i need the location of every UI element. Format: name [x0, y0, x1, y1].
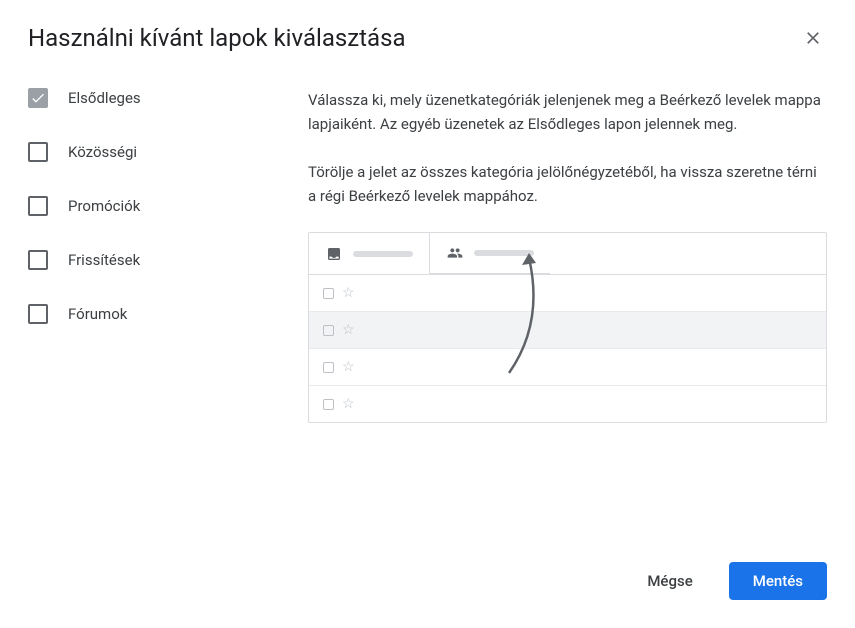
illustration-row: ☆	[309, 275, 826, 312]
illustration-row: ☆	[309, 386, 826, 422]
illustration-tab-primary	[309, 233, 430, 274]
category-promotions[interactable]: Promóciók	[28, 196, 268, 216]
category-list: Elsődleges Közösségi Promóciók Frissítés…	[28, 88, 268, 423]
close-icon	[803, 28, 823, 48]
cancel-button[interactable]: Mégse	[623, 562, 716, 600]
category-label: Fórumok	[68, 305, 127, 323]
category-primary[interactable]: Elsődleges	[28, 88, 268, 108]
category-label: Közösségi	[68, 143, 137, 161]
check-icon	[30, 90, 46, 106]
checkbox-social[interactable]	[28, 142, 48, 162]
checkbox-primary[interactable]	[28, 88, 48, 108]
category-forums[interactable]: Fórumok	[28, 304, 268, 324]
illustration-row: ☆	[309, 312, 826, 349]
category-label: Promóciók	[68, 197, 140, 215]
save-button[interactable]: Mentés	[729, 562, 827, 600]
category-updates[interactable]: Frissítések	[28, 250, 268, 270]
category-label: Frissítések	[68, 251, 140, 269]
checkbox-updates[interactable]	[28, 250, 48, 270]
checkbox-promotions[interactable]	[28, 196, 48, 216]
description-paragraph-2: Törölje a jelet az összes kategória jelö…	[308, 160, 827, 208]
description-paragraph-1: Válassza ki, mely üzenetkategóriák jelen…	[308, 88, 827, 136]
inbox-illustration: ☆ ☆ ☆ ☆	[308, 232, 827, 423]
inbox-icon	[325, 246, 343, 262]
dialog-title: Használni kívánt lapok kiválasztása	[28, 24, 406, 52]
checkbox-forums[interactable]	[28, 304, 48, 324]
people-icon	[446, 245, 464, 261]
category-social[interactable]: Közösségi	[28, 142, 268, 162]
illustration-row: ☆	[309, 349, 826, 386]
close-button[interactable]	[799, 24, 827, 56]
category-label: Elsődleges	[68, 89, 141, 107]
illustration-tab-social	[430, 233, 550, 274]
